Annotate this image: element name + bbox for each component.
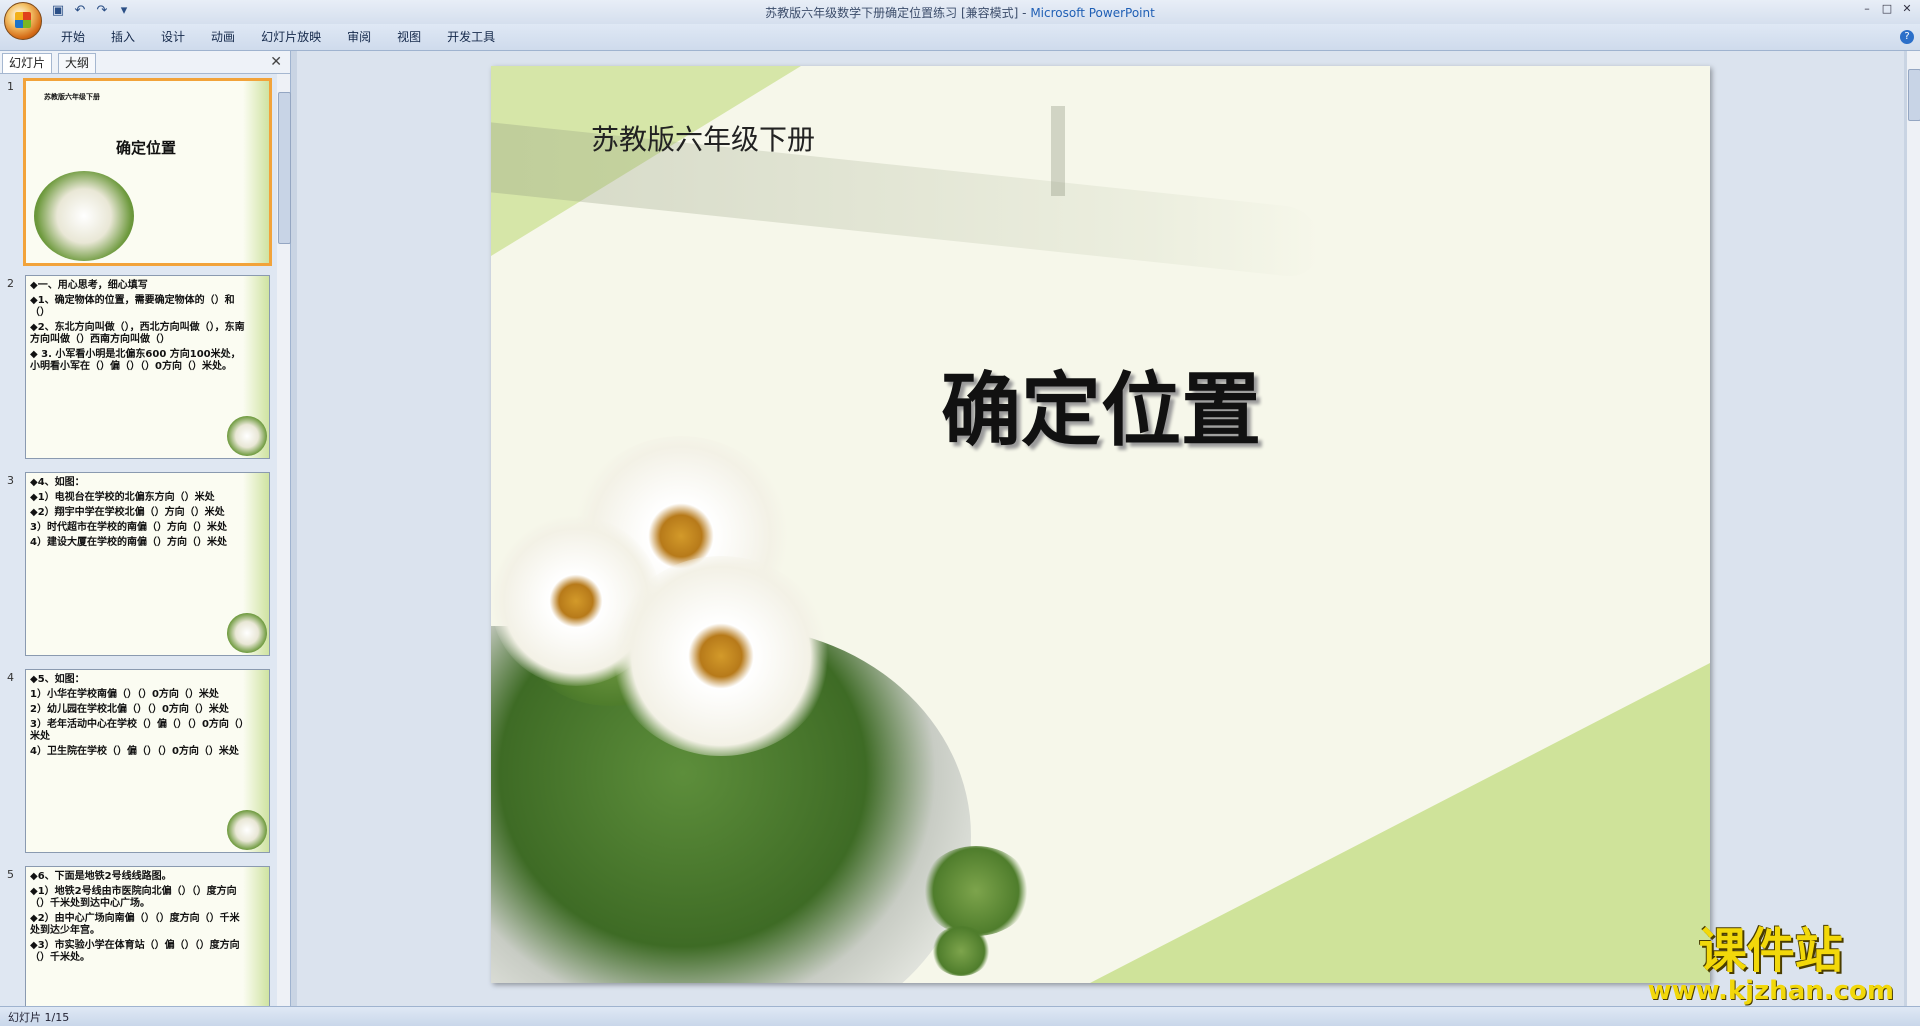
thumbnail-text: ◆2）由中心广场向南偏（）（）度方向（）千米处到达少年宫。 [30,913,240,936]
ribbon-tab[interactable]: 设计 [148,29,198,45]
thumbnail-text: ◆2）翔宇中学在学校北偏（）方向（）米处 [30,507,225,518]
slide-number: 3 [7,474,14,487]
thumbnail-text: ◆4、如图： [30,477,85,488]
thumbnail-text: 4）卫生院在学校（）偏（）（）0方向（）米处 [30,746,239,757]
thumbnail-text: ◆2、东北方向叫做（），西北方向叫做（），东南方向叫做（）西南方向叫做（） [30,322,245,345]
slide-thumbnail[interactable]: ◆4、如图： ◆1）电视台在学校的北偏东方向（）米处 ◆2）翔宇中学在学校北偏（）方… [25,472,270,656]
thumbnail-text: ◆1）地铁2号线由市医院向北偏（）（）度方向（）千米处到达中心广场。 [30,886,237,909]
window-title: 苏教版六年级数学下册确定位置练习 [兼容模式] - Microsoft Powe… [765,6,1155,20]
greenery-sprig-image [921,846,1031,936]
thumbnail-text: 3）时代超市在学校的南偏（）方向（）米处 [30,522,227,533]
title-bar: ▣ ↶ ↷ ▾ 苏教版六年级数学下册确定位置练习 [兼容模式] - Micros… [0,0,1920,40]
slide-thumbnail[interactable]: ◆5、如图： 1）小华在学校南偏（）（）0方向（）米处 2）幼儿园在学校北偏（）（）… [25,669,270,853]
thumbnail-flower-image [227,810,267,850]
thumbnail-text: 4）建设大厦在学校的南偏（）方向（）米处 [30,537,227,548]
slide-scrollbar[interactable] [1907,51,1920,1006]
slide-number: 2 [7,277,14,290]
close-icon[interactable]: ✕ [1900,2,1914,16]
thumbnail-text: 确定位置 [116,139,177,157]
daisy-image [611,556,831,756]
greenery-sprig-image [931,926,991,976]
thumbnail-list: 1 苏教版六年级下册确定位置 2 ◆一、用心思考，细心填写 ◆1、确定物体的位置，需要确… [0,74,276,1006]
slide-thumbnail[interactable]: ◆一、用心思考，细心填写 ◆1、确定物体的位置，需要确定物体的（）和（） ◆2、东北… [25,275,270,459]
lamp-stem-image [1051,106,1065,196]
thumbnail-text: ◆一、用心思考，细心填写 [30,280,148,291]
maximize-icon[interactable]: □ [1880,2,1894,16]
thumbnail-flower-image [227,416,267,456]
thumbnail-text: 苏教版六年级下册 [44,93,100,101]
thumbnail-text: ◆3）市实验小学在体育站（）偏（）（）度方向（）千米处。 [30,940,240,963]
office-button[interactable] [4,2,42,40]
thumbnail-flower-image [34,171,134,261]
thumbnail-text: ◆ 3. 小军看小明是北偏东600 方向100米处，小明看小军在（）偏（）（）0… [30,349,241,372]
slide-title[interactable]: 确定位置 [941,346,1261,462]
minimize-icon[interactable]: – [1860,2,1874,16]
ribbon-tab[interactable]: 审阅 [334,29,384,45]
ribbon-tab[interactable]: 开发工具 [434,29,508,45]
slide-number: 1 [7,80,14,93]
slide-thumbnail[interactable]: ◆6、下面是地铁2号线线路图。 ◆1）地铁2号线由市医院向北偏（）（）度方向（）千… [25,866,270,1006]
current-slide[interactable]: 苏教版六年级下册 确定位置 [491,66,1710,983]
tab-outline[interactable]: 大纲 [58,53,97,73]
office-logo-icon [15,12,31,28]
watermark-logo: 课件站 www.kjzhan.com [1647,923,1894,1006]
slide-number: 5 [7,868,14,881]
slide-counter: 幻灯片 1/15 [8,1011,70,1024]
ribbon-tab[interactable]: 视图 [384,29,434,45]
ribbon-tab[interactable]: 开始 [48,29,98,45]
slide-thumbnail[interactable]: 苏教版六年级下册确定位置 [23,78,272,266]
thumbnail-scrollbar[interactable] [277,74,291,1006]
help-icon[interactable]: ? [1900,30,1914,44]
thumbnail-text: 3）老年活动中心在学校（）偏（）（）0方向（）米处 [30,719,244,742]
thumbnail-text: ◆1、确定物体的位置，需要确定物体的（）和（） [30,295,235,318]
slide-editor: 苏教版六年级下册 确定位置 [297,51,1904,1006]
ribbon-tab[interactable]: 幻灯片放映 [248,29,334,45]
ribbon-tab[interactable]: 动画 [198,29,248,45]
thumbnail-text: 1）小华在学校南偏（）（）0方向（）米处 [30,689,219,700]
bottom-right-accent-shape [1090,663,1710,983]
thumbnail-text: ◆6、下面是地铁2号线线路图。 [30,871,172,882]
thumbnail-text: ◆1）电视台在学校的北偏东方向（）米处 [30,492,215,503]
slide-number: 4 [7,671,14,684]
thumbnail-text: 2）幼儿园在学校北偏（）（）0方向（）米处 [30,704,229,715]
status-bar: 幻灯片 1/15 [0,1006,1920,1026]
thumbnail-text: ◆5、如图： [30,674,85,685]
thumbnail-flower-image [227,613,267,653]
thumbnail-accent [243,81,269,263]
ribbon: 开始 插入 设计 动画 幻灯片放映 审阅 视图 开发工具 ? [0,24,1920,51]
close-pane-icon[interactable]: ✕ [270,53,282,71]
slide-subtitle[interactable]: 苏教版六年级下册 [591,118,815,158]
ribbon-tab[interactable]: 插入 [98,29,148,45]
slides-pane: 幻灯片 大纲 ✕ 1 苏教版六年级下册确定位置 2 ◆一、用心思考，细心填写 ◆1、确定… [0,51,291,1006]
tab-slides[interactable]: 幻灯片 [2,53,53,73]
